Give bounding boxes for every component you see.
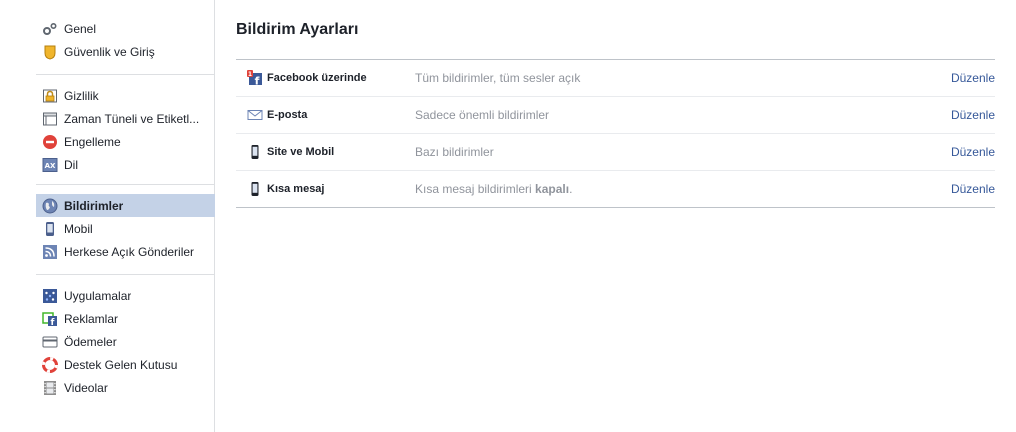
sidebar-item-label: Mobil xyxy=(64,221,93,236)
svg-text:AX: AX xyxy=(45,162,56,170)
setting-description-text: Bazı bildirimler xyxy=(415,145,494,159)
sidebar-item-label: Genel xyxy=(64,21,97,36)
gears-icon xyxy=(42,21,58,37)
setting-row-site-mobile[interactable]: Site ve Mobil Bazı bildirimler Düzenle xyxy=(236,133,995,170)
sidebar-divider xyxy=(36,74,215,75)
ads-icon: f xyxy=(42,311,58,327)
sidebar-item-reklamlar[interactable]: f Reklamlar xyxy=(36,307,215,330)
film-icon xyxy=(42,380,58,396)
sidebar-group-notifications: Bildirimler Mobil Herkese Açık Gönderile… xyxy=(36,194,215,263)
language-icon: AX xyxy=(42,157,58,173)
sidebar-group-privacy: Gizlilik Zaman Tüneli ve Etiketl... Enge… xyxy=(36,84,215,176)
edit-link-email[interactable]: Düzenle xyxy=(951,108,995,122)
sidebar-item-label: Reklamlar xyxy=(64,311,119,326)
sidebar-item-label: Videolar xyxy=(64,380,108,395)
setting-description: Tüm bildirimler, tüm sesler açık xyxy=(415,71,580,85)
globe-icon xyxy=(42,198,58,214)
sidebar-item-uygulamalar[interactable]: Uygulamalar xyxy=(36,284,215,307)
mobile-icon xyxy=(42,221,58,237)
setting-description-text: Kısa mesaj bildirimleri xyxy=(415,182,536,196)
sidebar-item-label: Dil xyxy=(64,157,78,172)
sidebar-item-label: Uygulamalar xyxy=(64,288,132,303)
sidebar-item-bildirimler[interactable]: Bildirimler xyxy=(36,194,215,217)
setting-description: Sadece önemli bildirimler xyxy=(415,108,549,122)
setting-row-email[interactable]: E-posta Sadece önemli bildirimler Düzenl… xyxy=(236,96,995,133)
sidebar-item-label: Güvenlik ve Giriş xyxy=(64,44,155,59)
sidebar-item-label: Zaman Tüneli ve Etiketl... xyxy=(64,111,200,126)
credit-card-icon xyxy=(42,334,58,350)
sidebar-item-dil[interactable]: AX Dil xyxy=(36,153,215,176)
timeline-icon xyxy=(42,111,58,127)
sidebar-item-label: Bildirimler xyxy=(64,198,124,213)
sidebar-item-mobil[interactable]: Mobil xyxy=(36,217,215,240)
rss-icon xyxy=(42,244,58,260)
edit-link-facebook[interactable]: Düzenle xyxy=(951,71,995,85)
setting-title: Kısa mesaj xyxy=(267,183,325,195)
sidebar-item-zaman-tuneli[interactable]: Zaman Tüneli ve Etiketl... xyxy=(36,107,215,130)
security-badge-icon xyxy=(42,44,58,60)
page-title: Bildirim Ayarları xyxy=(236,21,359,38)
facebook-notification-icon: f1 xyxy=(247,70,263,86)
sidebar-item-guvenlik[interactable]: Güvenlik ve Giriş xyxy=(36,40,215,63)
sidebar-item-label: Gizlilik xyxy=(64,88,99,103)
envelope-icon xyxy=(247,107,263,123)
setting-title: Facebook üzerinde xyxy=(267,72,367,84)
sms-phone-icon xyxy=(247,181,263,197)
setting-description-bold: kapalı xyxy=(535,182,570,196)
edit-link-site-mobile[interactable]: Düzenle xyxy=(951,145,995,159)
svg-text:1: 1 xyxy=(248,71,252,78)
sidebar-item-label: Ödemeler xyxy=(64,334,117,349)
notification-settings-list: f1 Facebook üzerinde Tüm bildirimler, tü… xyxy=(236,59,995,208)
setting-row-sms[interactable]: Kısa mesaj Kısa mesaj bildirimleri kapal… xyxy=(236,170,995,207)
svg-text:f: f xyxy=(255,75,260,87)
sidebar-item-videolar[interactable]: Videolar xyxy=(36,376,215,399)
setting-description-tail: . xyxy=(569,182,573,196)
sidebar-group-apps: Uygulamalar f Reklamlar Ödemeler Destek … xyxy=(36,284,215,399)
setting-title: E-posta xyxy=(267,109,308,121)
sidebar-item-herkese-acik[interactable]: Herkese Açık Gönderiler xyxy=(36,240,215,263)
sidebar-item-label: Herkese Açık Gönderiler xyxy=(64,244,195,259)
setting-description-text: Sadece önemli bildirimler xyxy=(415,108,550,122)
svg-text:f: f xyxy=(51,318,55,327)
edit-link-sms[interactable]: Düzenle xyxy=(951,182,995,196)
apps-icon xyxy=(42,288,58,304)
sidebar-group-general: Genel Güvenlik ve Giriş xyxy=(36,17,215,63)
sidebar-item-odemeler[interactable]: Ödemeler xyxy=(36,330,215,353)
sidebar-item-gizlilik[interactable]: Gizlilik xyxy=(36,84,215,107)
setting-title: Site ve Mobil xyxy=(267,146,335,158)
sidebar-divider xyxy=(36,274,215,275)
phone-icon xyxy=(247,144,263,160)
block-icon xyxy=(42,134,58,150)
sidebar-item-label: Destek Gelen Kutusu xyxy=(64,357,178,372)
sidebar-item-genel[interactable]: Genel xyxy=(36,17,215,40)
sidebar-item-destek[interactable]: Destek Gelen Kutusu xyxy=(36,353,215,376)
sidebar-item-label: Engelleme xyxy=(64,134,121,149)
setting-description-text: Tüm bildirimler, tüm sesler açık xyxy=(415,71,581,85)
settings-sidebar: Genel Güvenlik ve Giriş Gizlilik Zaman T… xyxy=(0,0,215,432)
sidebar-divider xyxy=(36,184,215,185)
setting-row-facebook[interactable]: f1 Facebook üzerinde Tüm bildirimler, tü… xyxy=(236,60,995,96)
lifebuoy-icon xyxy=(42,356,58,373)
lock-icon xyxy=(42,88,58,104)
setting-description: Bazı bildirimler xyxy=(415,145,494,159)
sidebar-item-engelleme[interactable]: Engelleme xyxy=(36,130,215,153)
setting-description: Kısa mesaj bildirimleri kapalı. xyxy=(415,182,572,196)
